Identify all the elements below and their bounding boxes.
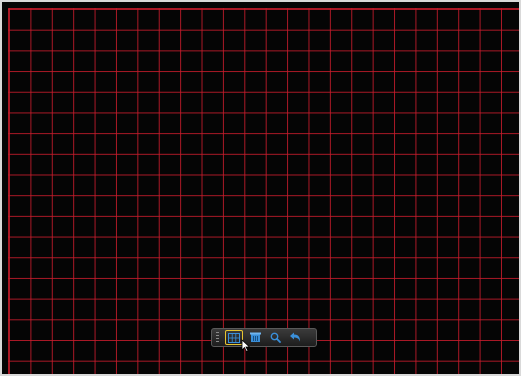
video-screen bbox=[0, 0, 521, 376]
select-all-grid-button[interactable] bbox=[225, 330, 243, 345]
grid-icon bbox=[228, 332, 240, 343]
search-icon bbox=[270, 332, 281, 343]
clear-grid-button[interactable] bbox=[247, 330, 263, 345]
clear-icon bbox=[249, 332, 261, 342]
back-button[interactable] bbox=[287, 330, 303, 345]
back-icon bbox=[290, 332, 300, 342]
search-button[interactable] bbox=[267, 330, 283, 345]
motion-detection-grid[interactable] bbox=[8, 8, 519, 374]
drag-handle[interactable] bbox=[216, 331, 219, 344]
grid-toolbar bbox=[211, 328, 317, 347]
